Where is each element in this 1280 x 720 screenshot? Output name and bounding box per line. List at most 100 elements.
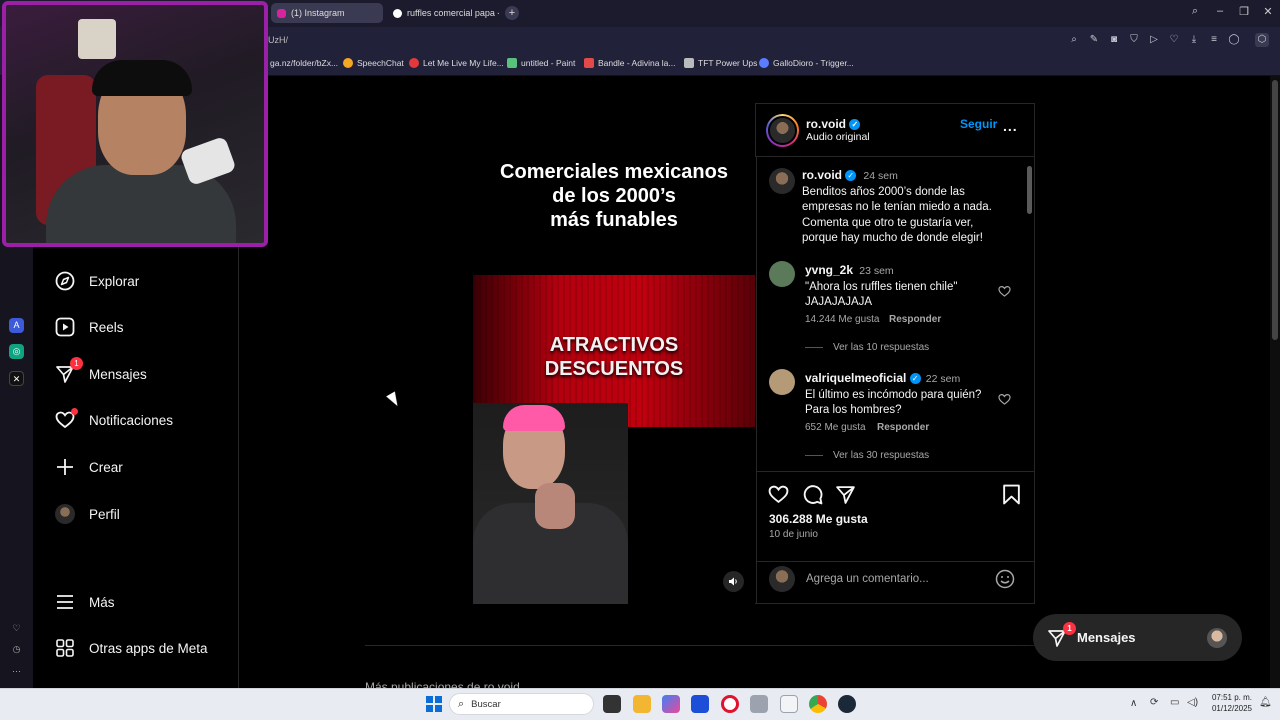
tft-icon: [684, 58, 694, 68]
chatgpt-icon[interactable]: ◎: [9, 344, 24, 359]
bookmark-item[interactable]: Bandle - Adivina la...: [584, 58, 676, 68]
store-icon[interactable]: [691, 695, 709, 713]
emoji-icon[interactable]: [995, 569, 1015, 594]
copilot-icon[interactable]: [662, 695, 680, 713]
caption: ro.void ✓ 24 sem Benditos años 2000’s do…: [802, 168, 1012, 247]
comment-input[interactable]: Agrega un comentario...: [806, 573, 929, 585]
nav-mas[interactable]: Más: [55, 589, 115, 615]
snipping-tool-icon[interactable]: [750, 695, 768, 713]
section-divider: [365, 645, 1035, 646]
like-icon[interactable]: [768, 484, 789, 510]
network-icon[interactable]: ▭: [1170, 697, 1179, 708]
start-icon[interactable]: [426, 696, 442, 712]
more-icon[interactable]: ⋯: [9, 664, 24, 679]
view-replies[interactable]: Ver las 30 respuestas: [805, 450, 929, 461]
steam-icon[interactable]: [838, 695, 856, 713]
task-view-icon[interactable]: [603, 695, 621, 713]
comment-icon[interactable]: [802, 484, 823, 510]
search-tabs-icon[interactable]: ⌕: [1188, 5, 1202, 18]
tab-google-search[interactable]: ruffles comercial papa - G: [387, 3, 499, 23]
chevron-up-icon[interactable]: ∧: [1130, 698, 1137, 709]
nav-reels[interactable]: Reels: [55, 314, 124, 340]
bookmark-label: SpeechChat: [357, 58, 404, 68]
clock-date: 01/12/2025: [1211, 704, 1252, 713]
nav-crear[interactable]: Crear: [55, 454, 123, 480]
volume-icon[interactable]: ◁): [1187, 697, 1198, 708]
reply-button[interactable]: Responder: [877, 422, 929, 433]
caption-avatar[interactable]: [769, 168, 795, 194]
comment-text: "Ahora los ruffles tienen chile" JAJAJAJ…: [805, 280, 958, 309]
x-icon[interactable]: ✕: [9, 371, 24, 386]
comment-time: 23 sem: [859, 265, 894, 277]
notification-badge: 1: [1063, 621, 1076, 635]
list-icon[interactable]: ≡: [1207, 33, 1221, 47]
heart-outline-icon[interactable]: ♡: [1167, 33, 1181, 47]
reply-button[interactable]: Responder: [889, 314, 941, 325]
comment-avatar[interactable]: [769, 261, 795, 287]
comments-scroll-thumb[interactable]: [1027, 166, 1032, 214]
messages-pill[interactable]: 1 Mensajes: [1033, 614, 1242, 661]
url-field[interactable]: UzH/: [268, 35, 288, 45]
aria-icon[interactable]: A: [9, 318, 24, 333]
edit-icon[interactable]: ✎: [1087, 33, 1101, 47]
heart-icon[interactable]: ♡: [9, 621, 24, 636]
tab-instagram[interactable]: (1) Instagram: [271, 3, 383, 23]
nav-label: Perfil: [89, 506, 120, 522]
like-comment-icon[interactable]: [998, 393, 1011, 411]
likes-count[interactable]: 306.288 Me gusta: [769, 512, 868, 526]
taskbar-search[interactable]: ⌕ Buscar: [449, 693, 594, 715]
bookmark-item[interactable]: untitled - Paint: [507, 58, 575, 68]
camera-icon[interactable]: ◙: [1107, 33, 1121, 47]
close-window-icon[interactable]: ✕: [1261, 5, 1275, 18]
profile-icon[interactable]: ◯: [1227, 33, 1241, 47]
extensions-icon[interactable]: ⬡: [1255, 33, 1269, 47]
nav-otras-apps[interactable]: Otras apps de Meta: [55, 635, 208, 661]
bookmark-item[interactable]: SpeechChat: [343, 58, 404, 68]
notification-bell-icon[interactable]: 🔔︎: [1259, 697, 1272, 708]
bookmark-item[interactable]: ga.nz/folder/bZx...: [270, 58, 338, 68]
comment-avatar[interactable]: [769, 369, 795, 395]
bookmark-icon[interactable]: [1002, 484, 1021, 510]
comment-username[interactable]: yvng_2k: [805, 263, 853, 277]
opera-icon[interactable]: [721, 695, 739, 713]
page-scroll-thumb[interactable]: [1272, 80, 1278, 340]
google-icon: [393, 8, 402, 18]
more-options-icon[interactable]: ...: [1003, 118, 1018, 134]
restore-icon[interactable]: ❐: [1237, 5, 1251, 18]
comment-username[interactable]: valriquelmeoficial: [805, 371, 906, 385]
nav-label: Otras apps de Meta: [89, 640, 208, 656]
bookmark-item[interactable]: TFT Power Ups: [684, 58, 757, 68]
comment-likes[interactable]: 652 Me gusta: [805, 422, 866, 433]
minimize-icon[interactable]: –: [1213, 5, 1227, 17]
history-icon[interactable]: ◷: [9, 642, 24, 657]
bookmark-item[interactable]: GalloDioro - Trigger...: [759, 58, 854, 68]
author-story-ring[interactable]: [766, 114, 799, 147]
file-explorer-icon[interactable]: [633, 695, 651, 713]
like-comment-icon[interactable]: [998, 285, 1011, 303]
sync-icon[interactable]: ⟳: [1150, 697, 1158, 708]
reel-video[interactable]: Comerciales mexicanos de los 2000’s más …: [473, 103, 755, 604]
audio-original-link[interactable]: Audio original: [806, 131, 870, 143]
view-replies[interactable]: Ver las 10 respuestas: [805, 342, 929, 353]
author-username[interactable]: ro.void ✓: [806, 117, 861, 131]
follow-button[interactable]: Seguir: [960, 117, 997, 131]
bookmark-item[interactable]: Let Me Live My Life...: [409, 58, 504, 68]
chrome-icon[interactable]: [809, 695, 827, 713]
avatar: [55, 504, 75, 524]
nav-label: Reels: [89, 319, 124, 335]
comment-likes[interactable]: 14.244 Me gusta: [805, 314, 880, 325]
caption-username[interactable]: ro.void: [802, 168, 842, 182]
play-icon[interactable]: ▷: [1147, 33, 1161, 47]
notepad-icon[interactable]: [780, 695, 798, 713]
download-icon[interactable]: ⤓: [1187, 33, 1201, 47]
new-tab-button[interactable]: +: [505, 6, 519, 20]
share-icon[interactable]: [835, 484, 856, 510]
nav-explorar[interactable]: Explorar: [55, 268, 139, 294]
clock[interactable]: 07:51 p. m. 01/12/2025: [1205, 692, 1252, 714]
search-icon[interactable]: ⌕: [1067, 33, 1081, 47]
nav-notificaciones[interactable]: Notificaciones: [55, 407, 173, 433]
nav-mensajes[interactable]: 1 Mensajes: [55, 357, 147, 387]
shield-icon[interactable]: ⛉: [1127, 33, 1141, 47]
nav-perfil[interactable]: Perfil: [55, 501, 120, 527]
volume-button[interactable]: [723, 571, 744, 592]
